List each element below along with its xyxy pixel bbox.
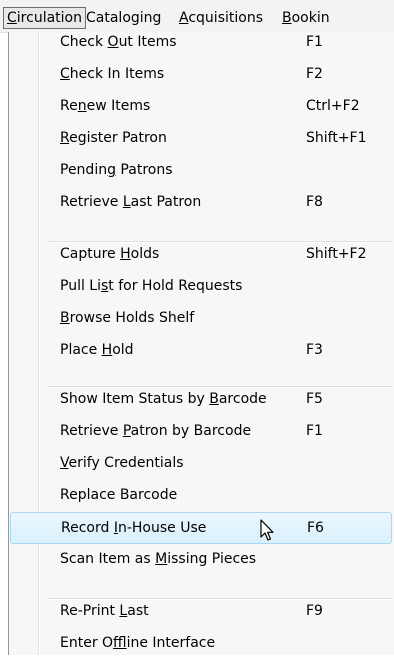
menu-item-label-text: olds [130,246,160,262]
menu-item-label-text: ast [127,603,149,619]
menu-item-shortcut: F1 [306,423,323,439]
menubar-circulation-rest: irculation [16,10,82,26]
menu-item-label-text: Patrons [115,162,173,178]
menu-item-accelerator: H [101,342,113,358]
menu-item-label-text: ut Items [118,34,177,50]
menu-item[interactable]: Pull List for Hold Requests [8,270,393,302]
menubar-booking-accel: B [282,10,292,26]
menu-item[interactable]: Check Out Items F1 [8,26,393,58]
menu-item-label: Retrieve Last Patron [60,186,201,218]
menu-item-label-text: Capture [60,246,121,262]
menubar-acquisitions-accel: A [179,10,189,26]
menu-item-accelerator: L [122,194,131,210]
menu-item-label: Place Hold [60,334,134,366]
menu-item[interactable]: Retrieve Last Patron F8 [8,186,393,218]
menu-item-accelerator: H [120,246,131,262]
menu-item-label: Check Out Items [60,26,177,58]
menu-item-shortcut: F2 [306,66,323,82]
menu-item-label: Check In Items [60,58,164,90]
menu-item[interactable]: Retrieve Patron by Barcode F1 [8,415,393,447]
menu-item[interactable]: Browse Holds Shelf [8,302,393,334]
menu-item-label: Renew Items [60,90,150,122]
menu-item[interactable]: Verify Credentials [8,447,393,479]
menu-item[interactable]: Place Hold F3 [8,334,393,366]
menu-item-accelerator: M [155,551,168,567]
menu-item-label-text: Pendin [60,162,108,178]
menu-item-accelerator: V [60,455,69,471]
menu-separator-highlight [48,387,393,388]
menu-item-shortcut: Shift+F1 [306,130,367,146]
menu-item-label-text: heck In Items [69,66,165,82]
menu-item-accelerator: O [107,34,119,50]
menu-item-label: Replace Barcode [60,479,177,511]
menu-item[interactable]: Check In Items F2 [8,58,393,90]
menu-item-label-text: arcode [218,391,267,407]
menu-item-label-text: fline Interface [126,635,216,651]
menu-item-label-text: Pull Li [60,278,101,294]
menu-item-accelerator: B [209,391,219,407]
menu-item-shortcut: Ctrl+F2 [306,98,360,114]
menu-item-label-text: Check [60,34,108,50]
mouse-pointer-icon [260,519,274,541]
menu-item-label: Browse Holds Shelf [60,302,194,334]
menu-item-label-text: Place [60,342,102,358]
menubar-circulation-accel: C [7,10,17,26]
menu-item-accelerator: B [60,310,70,326]
menu-item[interactable]: Register Patron Shift+F1 [8,122,393,154]
menubar-booking-rest: ookin [291,10,330,26]
menu-item-label: Record In-House Use [61,513,206,545]
menu-item-accelerator: C [60,66,70,82]
menu-item-label-text: ast Patron [130,194,202,210]
menu-item-label-text: Retrieve [60,194,123,210]
menu-item-label: Enter Offline Interface [60,627,215,659]
menu-item-label-text: rowse Holds Shelf [69,310,195,326]
menu-item-label-text: Retrieve [60,423,123,439]
menu-item-label-text: egister Patron [69,130,167,146]
menu-item-accelerator: n [77,98,87,114]
menu-item[interactable]: Record In-House Use F6 [10,512,392,544]
menu-item-shortcut: F8 [306,194,323,210]
menu-item-label: Register Patron [60,122,167,154]
menu-item-label-text: t for Hold Requests [108,278,243,294]
menu-item-accelerator: f [113,635,127,651]
menu-item-accelerator: g [107,162,116,178]
menu-item-label-text: issing Pieces [167,551,257,567]
menu-item-label-text: old [112,342,134,358]
menu-item-shortcut: F3 [306,342,323,358]
menu-item[interactable]: Scan Item as Missing Pieces [8,543,393,575]
menu-item-label-text: Re-Print [60,603,120,619]
menu-item[interactable]: Enter Offline Interface [8,627,393,659]
menu-item-label-text: Show Item Status by [60,391,210,407]
menu-item-label: Verify Credentials [60,447,184,479]
menu-item-shortcut: F6 [307,520,324,536]
menu-separator-highlight [48,242,393,243]
menu-item-label-text: ew Items [86,98,151,114]
menubar-cataloging-label: Cataloging [86,10,162,26]
menu-item-label-text: Record [61,520,114,536]
menu-item[interactable]: Replace Barcode [8,479,393,511]
menu-item[interactable]: Pending Patrons [8,154,393,186]
menu-item-label-text: n-House Use [117,520,207,536]
menu-item[interactable]: Renew Items Ctrl+F2 [8,90,393,122]
menu-item-accelerator: P [122,423,131,439]
menu-item-label-text: erify Credentials [68,455,184,471]
menu-item-label-text: Enter O [60,635,114,651]
menu-item-label: Retrieve Patron by Barcode [60,415,251,447]
menu-item-label: Pull List for Hold Requests [60,270,242,302]
menu-item-label-text: Re [60,98,78,114]
menu-separator-highlight [48,599,393,600]
menu-item-shortcut: F1 [306,34,323,50]
menu-item-label: Pending Patrons [60,154,173,186]
menu-item-label-text: Scan Item as [60,551,156,567]
menu-item-accelerator: R [60,130,70,146]
menu-item-label-text: atron by Barcode [130,423,252,439]
menu-item-label-text: Replace Barcode [60,487,178,503]
menubar-acquisitions-rest: cquisitions [188,10,263,26]
menu-item-label: Scan Item as Missing Pieces [60,543,256,575]
